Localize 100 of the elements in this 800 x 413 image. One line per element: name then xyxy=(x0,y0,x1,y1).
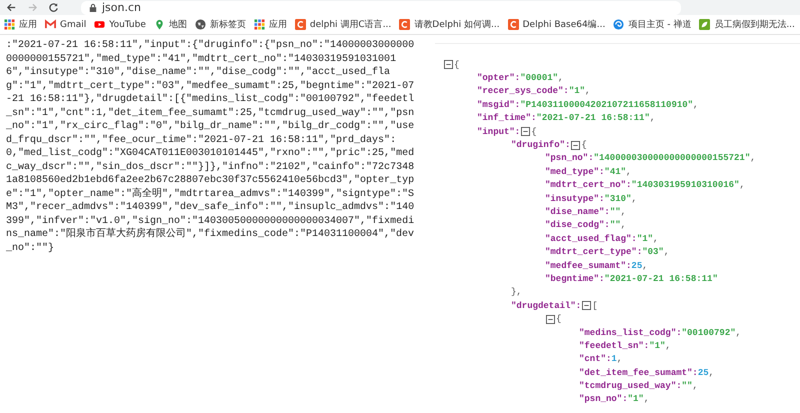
bookmark-link[interactable]: 地图 xyxy=(154,18,187,31)
json-value: 25 xyxy=(698,368,709,378)
comma: , xyxy=(650,113,656,124)
json-value: "1" xyxy=(636,234,654,244)
bookmark-link[interactable]: Gmail xyxy=(45,19,86,30)
json-value: "P14031100004202107211658110910" xyxy=(520,100,694,110)
json-key: "medfee_sumamt": xyxy=(545,260,632,271)
json-value: "2021-07-21 16:58:11" xyxy=(536,113,650,124)
comma: , xyxy=(736,328,742,338)
json-value: "310" xyxy=(604,194,632,204)
mail-icon xyxy=(45,19,56,30)
json-value: "1" xyxy=(568,86,586,96)
bookmark-link[interactable]: Delphi Base64编... xyxy=(508,18,606,31)
bookmark-link[interactable]: 新标签页 xyxy=(194,18,246,31)
comma: , xyxy=(620,206,626,217)
bracket: { xyxy=(454,60,460,70)
json-value: "03" xyxy=(642,247,664,258)
bracket: { xyxy=(581,140,587,150)
json-key: "recer_sys_code": xyxy=(477,86,569,96)
bracket: { xyxy=(531,126,537,137)
comma: , xyxy=(620,220,626,230)
bookmark-link[interactable]: 应用 xyxy=(254,18,287,31)
comma: , xyxy=(739,180,745,190)
apps-grid-icon xyxy=(4,19,15,30)
json-key: "insutype": xyxy=(545,194,604,204)
map-pin-icon xyxy=(154,19,165,30)
json-value: 1 xyxy=(611,354,617,364)
json-value: "140000030000000000000155721" xyxy=(594,153,750,164)
json-value: "" xyxy=(682,381,692,392)
bookmark-link[interactable]: 员工病假到期无法... xyxy=(699,18,795,31)
bookmark-link[interactable]: 请教Delphi 如何调... xyxy=(399,18,500,31)
json-key: "tcmdrug_used_way": xyxy=(579,381,682,392)
json-value: "" xyxy=(610,206,621,217)
bookmark-link[interactable]: YouTube xyxy=(94,19,146,30)
bracket: [ xyxy=(592,300,598,311)
collapse-toggle-icon[interactable] xyxy=(444,60,453,70)
json-value: "2021-07-21 16:58:11" xyxy=(604,274,718,284)
json-key: "msgid": xyxy=(477,100,520,110)
c-logo-icon xyxy=(294,19,306,30)
json-value: 25 xyxy=(631,260,642,271)
collapse-toggle-icon[interactable] xyxy=(521,127,530,136)
comma: , xyxy=(708,368,714,378)
json-key: "inf_time": xyxy=(477,113,536,124)
lock-icon xyxy=(89,2,97,12)
json-key: "opter": xyxy=(477,73,520,84)
json-key: "drugdetail": xyxy=(511,300,582,311)
json-key: "acct_used_flag": xyxy=(545,234,637,244)
reload-icon[interactable] xyxy=(48,2,59,13)
json-key: "medins_list_codg": xyxy=(579,328,682,338)
play-icon xyxy=(94,19,106,30)
json-key: "feedetl_sn": xyxy=(579,340,650,351)
comma: , xyxy=(693,100,698,110)
json-value: "1" xyxy=(628,394,644,404)
comma: , xyxy=(616,354,622,364)
comma: , xyxy=(631,194,637,204)
bookmark-link[interactable]: 应用 xyxy=(4,18,37,31)
json-key: "mdtrt_cert_no": xyxy=(545,180,632,190)
globe-icon xyxy=(194,19,206,30)
json-key: "mdtrt_cert_type": xyxy=(545,247,642,258)
raw-json-text: :"2021-07-21 16:58:11","input":{"druginfo":{"psn_no":"140000030000000000000155721","med_type":"41","mdtrt_cert_no":"140303195910310016","insutype":"310","dise_name":"","dise_codg":"","acct_used_flag":"1","mdtrt_cert_type":"03","medfee_sumamt":25,"begntime":"2021-07-21 16:58:11"},"drugdetail":[{"medins_list_codg":"00100792","feedetl_sn":"1","cnt":1,"det_item_fee_sumamt":25,"tcmdrug_used_way":"","psn_no":"1","rx_circ_flag":"0","bilg_dr_name":"","bilg_dr_codg":"","used_frqu_dscr":"","fee_ocur_time":"2021-07-21 16:58:11","prd_days":0,"med_list_codg":"XG04CAT011E003010101445","rxno":"","pric":25,"medc_way_dscr":"","sin_dos_dscr":""}]},"infno":"2102","cainfo":"72c73481a8108560ed2b1ebd6fa2ee2b67c28807ebc30f37c5562410e56bcd3","opter_type":"1","opter_name":"高全明","mdtrtarea_admvs":"140399","signtype":"SM3","recer_admdvs":"140399","dev_safe_info":"","insuplc_admdvs":"140399","infver":"v1.0","sign_no":"14030050000000000000034007","fixmedins_name":"阳泉市百草大药房有限公司","fixmedins_code":"P14031100004","dev_no":""} xyxy=(6,39,416,255)
json-key: "psn_no": xyxy=(579,394,628,404)
json-key: "psn_no": xyxy=(545,153,594,164)
back-arrow-icon[interactable] xyxy=(6,2,17,13)
comma: , xyxy=(664,247,670,258)
json-value: "00100792" xyxy=(682,328,736,338)
bracket: { xyxy=(556,314,562,324)
swirl-icon xyxy=(613,19,624,30)
c-logo-icon xyxy=(399,19,410,30)
json-value: "1" xyxy=(649,340,666,351)
json-value: "" xyxy=(610,220,621,230)
bracket: }, xyxy=(511,287,522,298)
comma: , xyxy=(750,153,756,164)
leaf-icon xyxy=(699,19,710,30)
json-key: "dise_name": xyxy=(545,206,610,217)
collapse-toggle-icon[interactable] xyxy=(546,314,555,324)
comma: , xyxy=(585,86,590,96)
json-key: "cnt": xyxy=(579,354,612,364)
comma: , xyxy=(644,394,650,404)
comma: , xyxy=(626,166,632,177)
json-key: "med_type": xyxy=(545,166,604,177)
comma: , xyxy=(665,340,671,351)
comma: , xyxy=(558,73,564,84)
comma: , xyxy=(653,234,658,244)
json-key: "dise_codg": xyxy=(545,220,610,230)
comma: , xyxy=(692,381,698,392)
json-key: "druginfo": xyxy=(511,140,570,150)
apps-grid-icon xyxy=(254,19,265,30)
address-field[interactable]: json.cn xyxy=(81,0,681,14)
collapse-toggle-icon[interactable] xyxy=(571,140,580,150)
collapse-toggle-icon[interactable] xyxy=(582,301,592,310)
json-value: "41" xyxy=(604,166,626,177)
bookmark-link[interactable]: delphi 调用C语言... xyxy=(294,18,392,31)
json-key: "begntime": xyxy=(545,274,604,284)
json-value: "00001" xyxy=(520,73,558,84)
c-logo-icon xyxy=(508,19,519,30)
json-key: "input": xyxy=(477,126,520,137)
bookmark-link[interactable]: 项目主页 - 禅道 xyxy=(613,18,692,31)
comma: , xyxy=(642,260,648,271)
json-value: "140303195910310016" xyxy=(631,180,740,190)
json-key: "det_item_fee_sumamt": xyxy=(579,368,698,378)
